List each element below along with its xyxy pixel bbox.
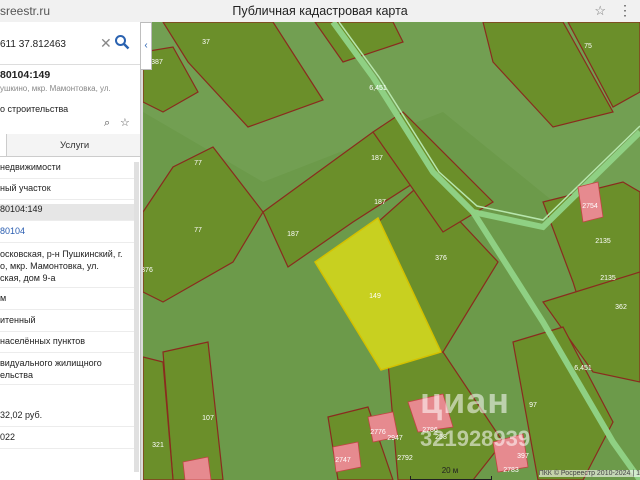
browser-menu-icon[interactable]: ⋮ — [618, 2, 632, 19]
collapse-panel-button[interactable]: ‹ — [141, 22, 152, 70]
cadastral-number-heading: 80104:149 — [0, 69, 51, 81]
parcel-label: 376 — [143, 267, 153, 274]
info-panel: 611 37.812463 ✕ 80104:149 ушкино, мкр. М… — [0, 22, 141, 480]
parcel-label: 107 — [202, 415, 214, 422]
parcel-label: 2135 — [595, 238, 611, 245]
favorite-star-icon[interactable]: ☆ — [120, 116, 130, 129]
clear-icon[interactable]: ✕ — [100, 35, 112, 52]
browser-bar: sreestr.ru Публичная кадастровая карта ☆… — [0, 0, 640, 23]
scale-bar: 20 м — [410, 466, 492, 480]
purpose-summary: о строительства — [0, 104, 69, 114]
info-row: 32,02 руб. — [0, 410, 138, 427]
info-row: ская, дом 9-а — [0, 273, 138, 288]
panel-scrollbar[interactable] — [134, 162, 139, 472]
search-icon[interactable] — [114, 34, 130, 50]
tab-info[interactable] — [0, 134, 7, 156]
parcel-label: 149 — [369, 293, 381, 300]
info-row: 80104:149 — [0, 204, 138, 221]
parcel-label: 387 — [151, 59, 163, 66]
parcel-label: 376 — [435, 255, 447, 262]
scale-line — [410, 476, 492, 480]
map-copyright[interactable]: ПКК © Росреестр 2010-2024 | 1 — [538, 470, 640, 477]
info-row: недвижимости — [0, 162, 138, 179]
parcel-label: 2783 — [503, 467, 519, 474]
parcel-label: 187 — [287, 231, 299, 238]
info-row: осковская, р-н Пушкинский, г. — [0, 249, 123, 259]
window-title: Публичная кадастровая карта — [232, 4, 408, 18]
info-row: 022 — [0, 432, 138, 449]
panel-tabs: Услуги — [0, 134, 140, 157]
info-row: ельства — [0, 370, 138, 385]
parcel-label: 187 — [371, 155, 383, 162]
parcel-label: 77 — [194, 227, 202, 234]
parcel-label: 37 — [202, 39, 210, 46]
parcel-label: 2754 — [582, 203, 598, 210]
map-canvas[interactable]: 37 387 75 77 187 187 187 77 376 149 376 … — [143, 22, 640, 480]
address-summary: ушкино, мкр. Мамонтовка, ул. — [0, 84, 111, 93]
parcel-label: 397 — [517, 453, 529, 460]
info-row: видуального жилищного — [0, 358, 102, 368]
search-input[interactable]: 611 37.812463 — [0, 39, 66, 50]
search-box: 611 37.812463 ✕ — [0, 22, 140, 65]
tab-services[interactable]: Услуги — [60, 140, 89, 151]
scale-label: 20 м — [441, 466, 459, 475]
cadastral-map[interactable]: 37 387 75 77 187 187 187 77 376 149 376 … — [143, 22, 640, 480]
watermark-brand: циан — [420, 380, 511, 421]
zoom-to-parcel-icon[interactable]: ⌕ — [104, 117, 110, 130]
parcel-label: 187 — [374, 199, 386, 206]
parcel-label: 2747 — [335, 457, 351, 464]
info-row: м — [0, 293, 138, 310]
info-row: о, мкр. Мамонтовка, ул. — [0, 261, 99, 271]
info-row: ный участок — [0, 183, 138, 200]
parcel-label: 97 — [529, 402, 537, 409]
parcel-label: 2776 — [370, 429, 386, 436]
building[interactable] — [577, 181, 604, 223]
parcel-label: 6,451 — [369, 85, 387, 92]
parcel-label: 77 — [194, 160, 202, 167]
info-row: населённых пунктов — [0, 336, 138, 353]
parcel-label: 75 — [584, 43, 592, 50]
parcel-label: 2792 — [397, 455, 413, 462]
watermark-id: 321928939 — [420, 426, 531, 451]
info-row: итенный — [0, 315, 138, 332]
parcel-label: 321 — [152, 442, 164, 449]
parcel-label: 2135 — [600, 275, 616, 282]
quarter-link[interactable]: 80104 — [0, 226, 138, 243]
parcel-label: 6,451 — [574, 365, 592, 372]
parcel-label: 362 — [615, 304, 627, 311]
bookmark-star-icon[interactable]: ☆ — [594, 3, 606, 19]
parcel-label: 2947 — [387, 435, 403, 442]
